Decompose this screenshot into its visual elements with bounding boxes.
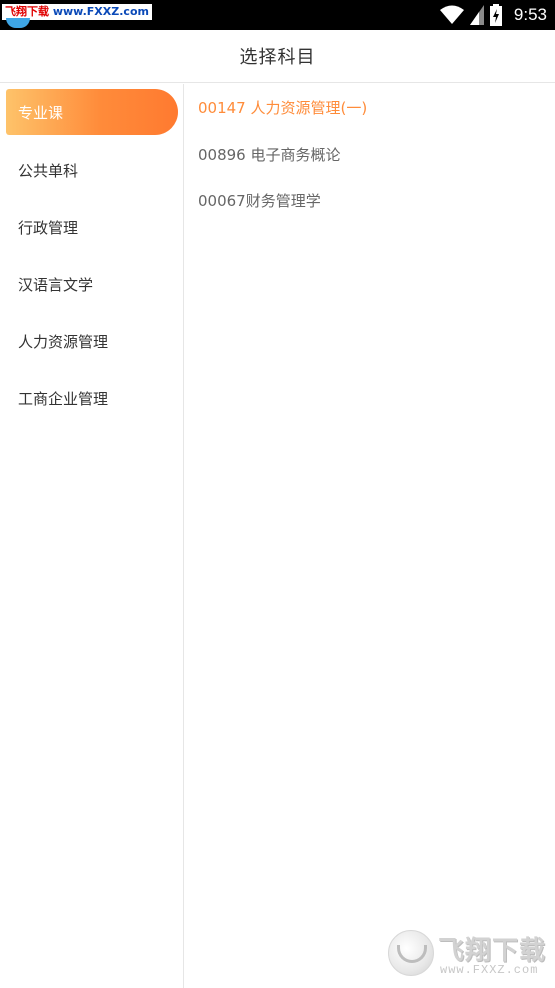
clock: 9:53: [513, 5, 547, 24]
page-title: 选择科目: [239, 47, 316, 68]
status-bar: 飞翔下载 www.FXXZ.com 9:53: [0, 0, 555, 30]
category-sidebar: 专业课 公共单科 行政管理 汉语言文学 人力资源管理 工商企业管理: [0, 84, 184, 988]
watermark-top-brand: 飞翔下载: [5, 5, 49, 18]
header: 选择科目: [0, 30, 555, 83]
sidebar-item-human-resources[interactable]: 人力资源管理: [0, 318, 184, 364]
subject-item[interactable]: 00147 人力资源管理(一): [198, 92, 367, 122]
watermark-logo-icon: [388, 930, 434, 976]
watermark-top-url: www.FXXZ.com: [49, 5, 149, 18]
app-screen: 飞翔下载 www.FXXZ.com 9:53 选择科目 专业课 公共单科 行政管…: [0, 0, 555, 988]
watermark-logo-icon: [6, 18, 30, 28]
subject-item[interactable]: 00896 电子商务概论: [198, 139, 341, 169]
status-icons: 9:53: [439, 3, 547, 27]
sidebar-item-professional[interactable]: 专业课: [6, 89, 178, 135]
watermark-brand: 飞翔下载: [438, 936, 547, 966]
wifi-icon: [439, 5, 464, 24]
signal-icon: [469, 5, 484, 25]
sidebar-item-administration[interactable]: 行政管理: [0, 204, 184, 250]
watermark-url: www.FXXZ.com: [440, 963, 539, 977]
watermark-bottom: 飞翔下载 www.FXXZ.com: [388, 928, 548, 980]
sidebar-item-business-management[interactable]: 工商企业管理: [0, 375, 184, 421]
sidebar-item-chinese-literature[interactable]: 汉语言文学: [0, 261, 184, 307]
battery-charging-icon: [489, 4, 502, 26]
subject-item[interactable]: 00067财务管理学: [198, 185, 321, 215]
sidebar-item-public[interactable]: 公共单科: [0, 147, 184, 193]
